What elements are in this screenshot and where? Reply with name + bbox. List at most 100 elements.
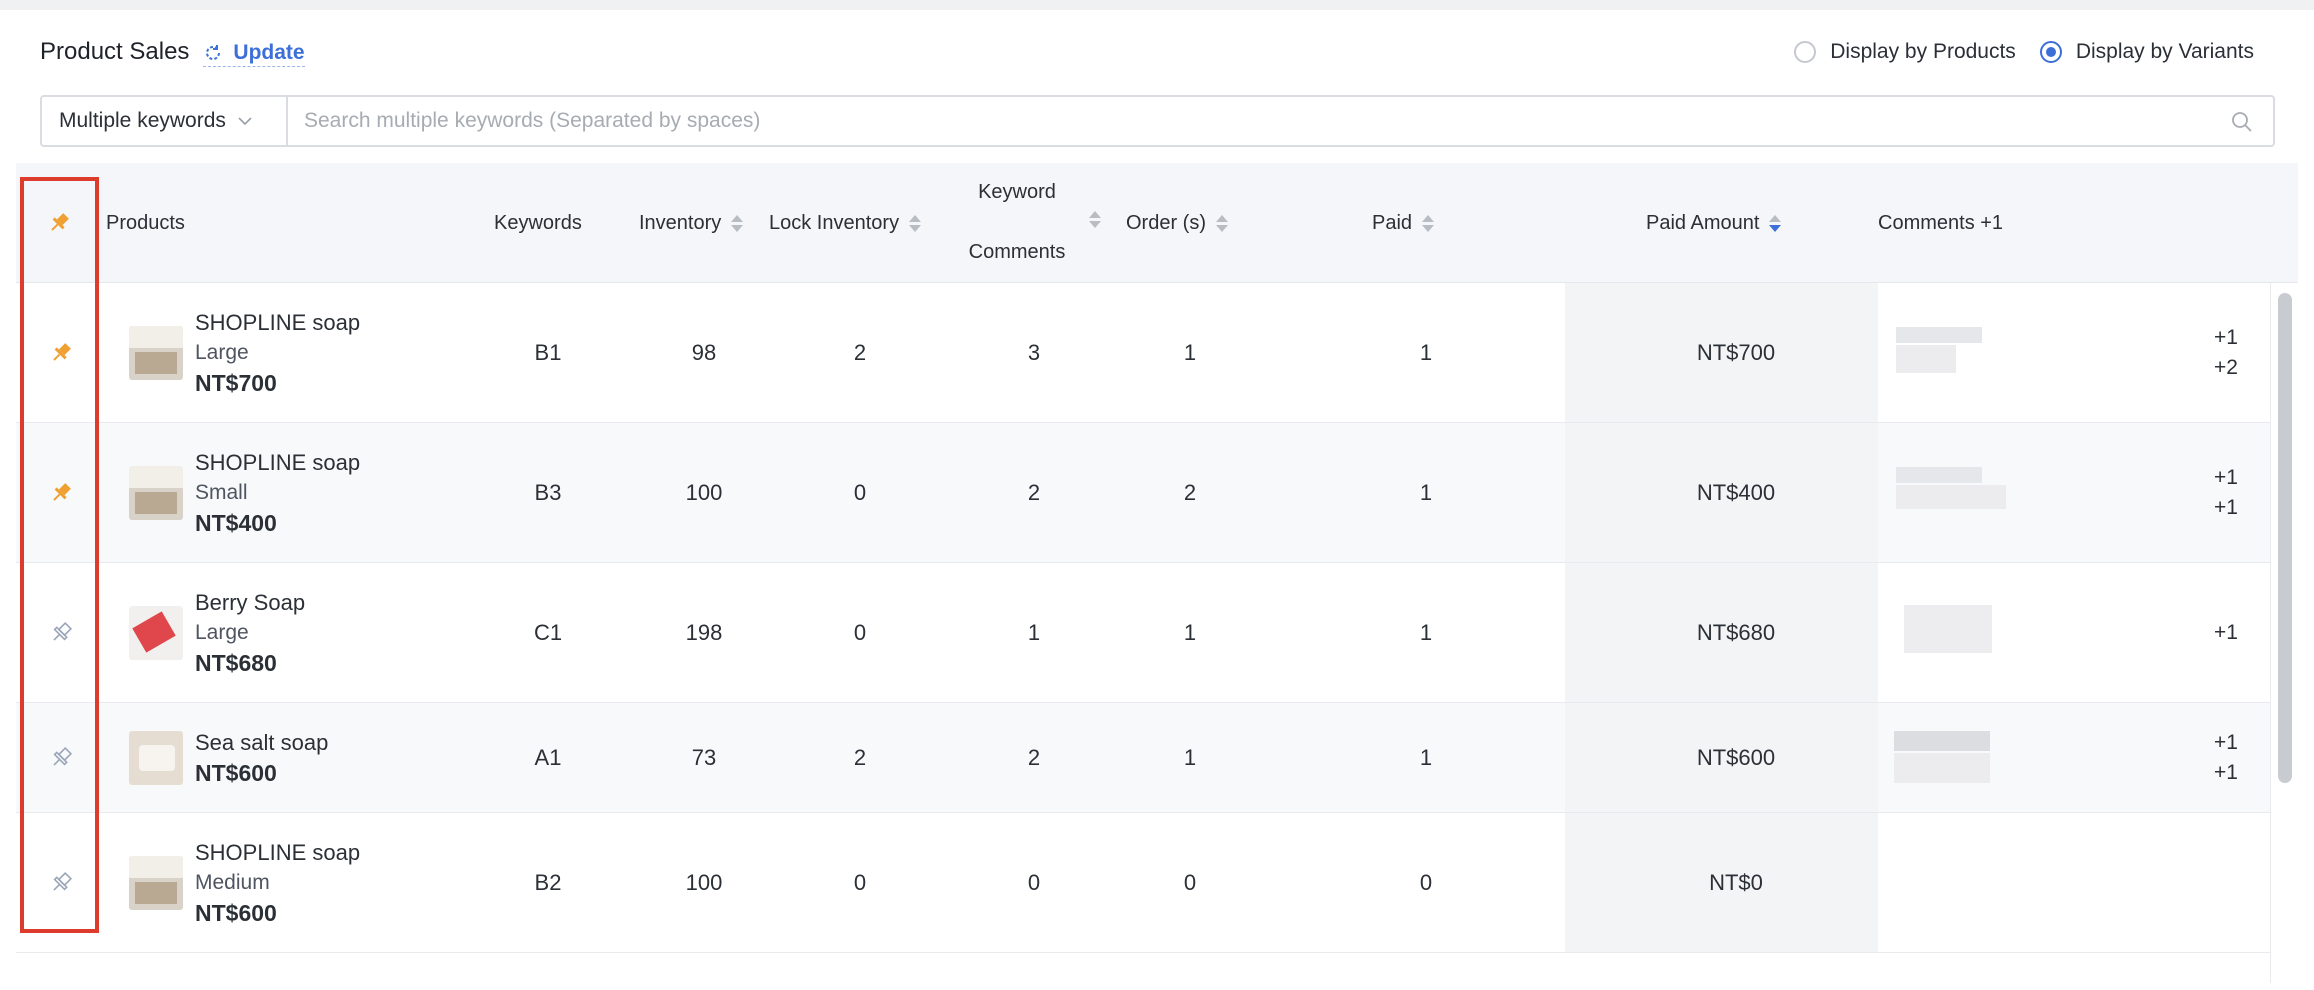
pin-outline-icon [53, 621, 73, 641]
col-keywords: Keywords [494, 211, 582, 234]
paid-cell: 1 [1419, 479, 1433, 505]
lock-inventory-cell: 0 [853, 619, 867, 645]
pin-outline-icon [53, 746, 73, 766]
sort-icon[interactable] [1216, 214, 1228, 232]
sales-table: Products Keywords Inventory Lock Invento… [16, 163, 2298, 953]
pin-toggle[interactable] [16, 563, 106, 702]
product-price: NT$700 [195, 369, 277, 396]
table-row: SHOPLINE soap Large NT$700 B1 98 2 3 1 1… [16, 283, 2298, 423]
page-title: Product Sales [40, 38, 190, 65]
product-thumbnail [129, 730, 183, 785]
product-thumbnail [129, 605, 183, 660]
pin-outline-icon [53, 871, 73, 891]
orders-cell: 1 [1183, 339, 1197, 365]
radio-circle-checked[interactable] [2039, 41, 2062, 63]
radio-display-by-variants[interactable]: Display by Variants [2039, 40, 2254, 64]
col-inventory[interactable]: Inventory [639, 163, 744, 283]
lock-inventory-cell: 0 [853, 869, 867, 895]
comment-plus: +1 [2214, 495, 2238, 519]
orders-cell: 2 [1183, 479, 1197, 505]
col-paid-label: Paid [1372, 211, 1413, 234]
product-thumbnail [129, 465, 183, 520]
lock-inventory-cell: 2 [853, 339, 867, 365]
table-scrollbar[interactable] [2270, 283, 2298, 983]
search-icon[interactable] [2231, 111, 2253, 133]
product-cell: Berry Soap Large NT$680 [129, 563, 305, 702]
search-input[interactable]: Search multiple keywords (Separated by s… [288, 95, 2275, 147]
pin-icon [53, 342, 71, 361]
search-bar: Multiple keywords Search multiple keywor… [40, 95, 2275, 147]
comment-plus: +1 [2214, 760, 2238, 784]
col-paid-amount[interactable]: Paid Amount [1646, 163, 1782, 283]
pin-toggle[interactable] [16, 813, 106, 952]
col-paid-amount-label: Paid Amount [1646, 211, 1760, 234]
col-orders-label: Order (s) [1126, 211, 1206, 234]
table-header: Products Keywords Inventory Lock Invento… [16, 163, 2298, 283]
search-mode-value: Multiple keywords [59, 109, 226, 132]
radio-label: Display by Variants [2075, 40, 2254, 63]
lock-inventory-cell: 2 [853, 744, 867, 770]
keyword-comments-cell: 0 [1027, 869, 1041, 895]
pin-toggle[interactable] [16, 423, 106, 562]
keyword-cell: B2 [534, 869, 562, 895]
comment-count-cell: +1 +1 [2196, 703, 2256, 812]
product-price: NT$600 [195, 759, 277, 786]
col-paid[interactable]: Paid [1372, 163, 1435, 283]
comment-count-cell: +1 +1 [2196, 423, 2256, 562]
col-lock-inventory-label: Lock Inventory [769, 211, 900, 234]
col-inventory-label: Inventory [639, 211, 722, 234]
product-variant: Large [195, 340, 249, 364]
comment-count-cell: +1 +2 [2196, 283, 2256, 422]
product-cell: SHOPLINE soap Small NT$400 [129, 423, 360, 562]
product-price: NT$680 [195, 649, 277, 676]
table-row: SHOPLINE soap Small NT$400 B3 100 0 2 2 … [16, 423, 2298, 563]
product-cell: Sea salt soap NT$600 [129, 703, 328, 812]
keyword-cell: C1 [533, 619, 563, 645]
paid-cell: 1 [1419, 619, 1433, 645]
pin-toggle[interactable] [16, 703, 106, 812]
table-row: Sea salt soap NT$600 A1 73 2 2 1 1 NT$60… [16, 703, 2298, 813]
product-variant: Large [195, 620, 249, 644]
paid-amount-cell: NT$400 [1696, 479, 1776, 505]
paid-amount-cell: NT$700 [1696, 339, 1776, 365]
sort-icon[interactable] [909, 214, 922, 232]
sort-icon[interactable] [731, 214, 744, 232]
inventory-cell: 198 [685, 619, 723, 645]
product-thumbnail [129, 325, 183, 380]
sort-icon[interactable] [1769, 214, 1782, 232]
col-keyword-comments-line1: Keyword [978, 181, 1056, 203]
product-thumbnail [129, 855, 183, 910]
comment-plus: +2 [2214, 355, 2238, 379]
search-mode-dropdown[interactable]: Multiple keywords [40, 95, 288, 147]
keyword-cell: B3 [534, 479, 562, 505]
product-variant: Small [195, 480, 248, 504]
comment-plus: +1 [2214, 325, 2238, 349]
col-keyword-comments[interactable]: Keyword Comments [962, 163, 1112, 283]
product-price: NT$600 [195, 899, 277, 926]
scrollbar-thumb[interactable] [2278, 293, 2292, 783]
search-placeholder: Search multiple keywords (Separated by s… [304, 109, 761, 132]
paid-cell: 1 [1419, 339, 1433, 365]
col-keyword-comments-line2: Comments [968, 241, 1066, 263]
refresh-icon [206, 45, 221, 60]
pin-toggle[interactable] [16, 283, 106, 422]
paid-amount-cell: NT$600 [1696, 744, 1776, 770]
col-lock-inventory[interactable]: Lock Inventory [769, 163, 922, 283]
col-orders[interactable]: Order (s) [1126, 163, 1228, 283]
keyword-cell: B1 [534, 339, 562, 365]
comment-plus: +1 [2214, 620, 2238, 644]
radio-circle[interactable] [1794, 41, 1817, 63]
keyword-comments-cell: 1 [1027, 619, 1041, 645]
keyword-comments-cell: 3 [1027, 339, 1041, 365]
keyword-comments-cell: 2 [1027, 744, 1041, 770]
product-variant: Medium [195, 870, 270, 894]
update-button[interactable]: Update [203, 41, 305, 67]
lock-inventory-cell: 0 [853, 479, 867, 505]
pin-column-header[interactable] [46, 163, 72, 283]
comment-plus: +1 [2214, 730, 2238, 754]
radio-display-by-products[interactable]: Display by Products [1794, 40, 2016, 64]
paid-amount-cell: NT$0 [1709, 869, 1763, 895]
keyword-cell: A1 [534, 744, 562, 770]
sort-icon[interactable] [1422, 214, 1435, 232]
comment-plus: +1 [2214, 465, 2238, 489]
